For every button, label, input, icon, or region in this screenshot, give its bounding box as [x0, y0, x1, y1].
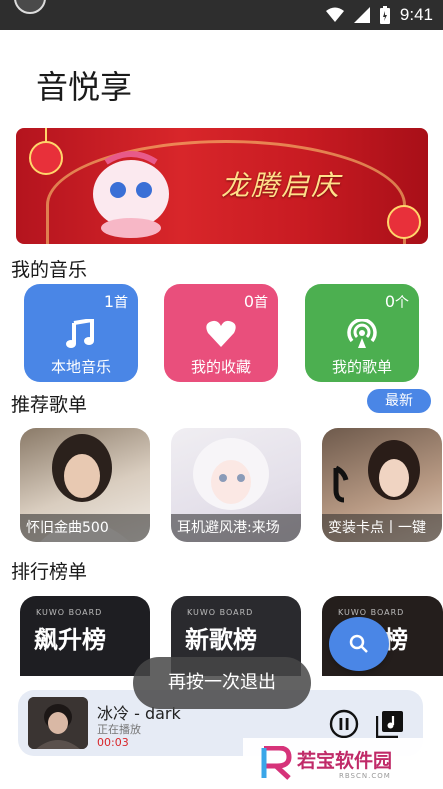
- chart-card[interactable]: KUWO BOARD 飙升榜: [20, 596, 150, 676]
- signal-icon: [353, 7, 370, 23]
- playlist-title: 变装卡点丨一键: [322, 514, 442, 542]
- chart-brand: KUWO BOARD: [187, 608, 254, 617]
- watermark-text: 若宝软件园: [297, 750, 393, 772]
- dragon-mascot-icon: [93, 151, 169, 238]
- watermark: 若宝软件园 RBSCN.COM: [243, 738, 435, 788]
- exit-toast: 再按一次退出: [133, 657, 311, 709]
- my-playlists-card[interactable]: 0个 我的歌单: [305, 284, 419, 382]
- my-playlists-count: 0个: [384, 292, 409, 311]
- chart-name: 飙升榜: [34, 626, 106, 654]
- album-cover-image: [28, 697, 88, 749]
- promo-banner[interactable]: 龙腾启庆: [16, 128, 428, 244]
- playlist-queue-button[interactable]: [376, 710, 404, 738]
- chart-brand: KUWO BOARD: [338, 608, 405, 617]
- my-playlists-label: 我的歌单: [331, 358, 392, 376]
- local-music-label: 本地音乐: [50, 358, 111, 376]
- page-title: 音悦享: [36, 68, 133, 106]
- chart-brand: KUWO BOARD: [36, 608, 103, 617]
- music-note-icon: [66, 319, 94, 348]
- local-music-card[interactable]: 1首 本地音乐: [24, 284, 138, 382]
- playlist-podcast-icon: [347, 319, 377, 348]
- local-music-count: 1首: [103, 292, 128, 311]
- section-charts: 排行榜单: [11, 561, 88, 583]
- status-bar: 9:41: [0, 0, 443, 30]
- search-button[interactable]: [329, 617, 389, 671]
- section-recommended: 推荐歌单: [11, 394, 88, 416]
- playlist-title: 怀旧金曲500: [20, 514, 150, 542]
- banner-title: 龙腾启庆: [221, 169, 342, 202]
- chart-name: 新歌榜: [185, 626, 257, 654]
- lantern-icon: [29, 128, 63, 175]
- watermark-url: RBSCN.COM: [339, 772, 391, 780]
- battery-icon: [379, 6, 390, 24]
- playlist-card[interactable]: 耳机避风港:来场: [171, 428, 301, 542]
- favorites-label: 我的收藏: [190, 358, 251, 376]
- album-cover: [28, 697, 88, 749]
- heart-icon: [206, 320, 236, 347]
- favorites-card[interactable]: 0首 我的收藏: [164, 284, 278, 382]
- search-icon: [349, 634, 368, 653]
- playlist-title: 耳机避风港:来场: [171, 514, 301, 542]
- lantern-icon: [387, 205, 421, 239]
- playlist-card[interactable]: 怀旧金曲500: [20, 428, 150, 542]
- latest-button[interactable]: 最新: [367, 389, 431, 413]
- watermark-logo-icon: [261, 746, 292, 780]
- status-time: 9:41: [399, 5, 433, 24]
- pause-button[interactable]: [329, 709, 359, 739]
- playback-time: 00:03: [97, 736, 129, 749]
- playlist-card[interactable]: 变装卡点丨一键: [322, 428, 442, 542]
- avatar[interactable]: [14, 0, 46, 14]
- section-my-music: 我的音乐: [11, 259, 88, 281]
- wifi-icon: [325, 7, 344, 22]
- playback-status: 正在播放: [97, 723, 141, 736]
- favorites-count: 0首: [243, 292, 268, 311]
